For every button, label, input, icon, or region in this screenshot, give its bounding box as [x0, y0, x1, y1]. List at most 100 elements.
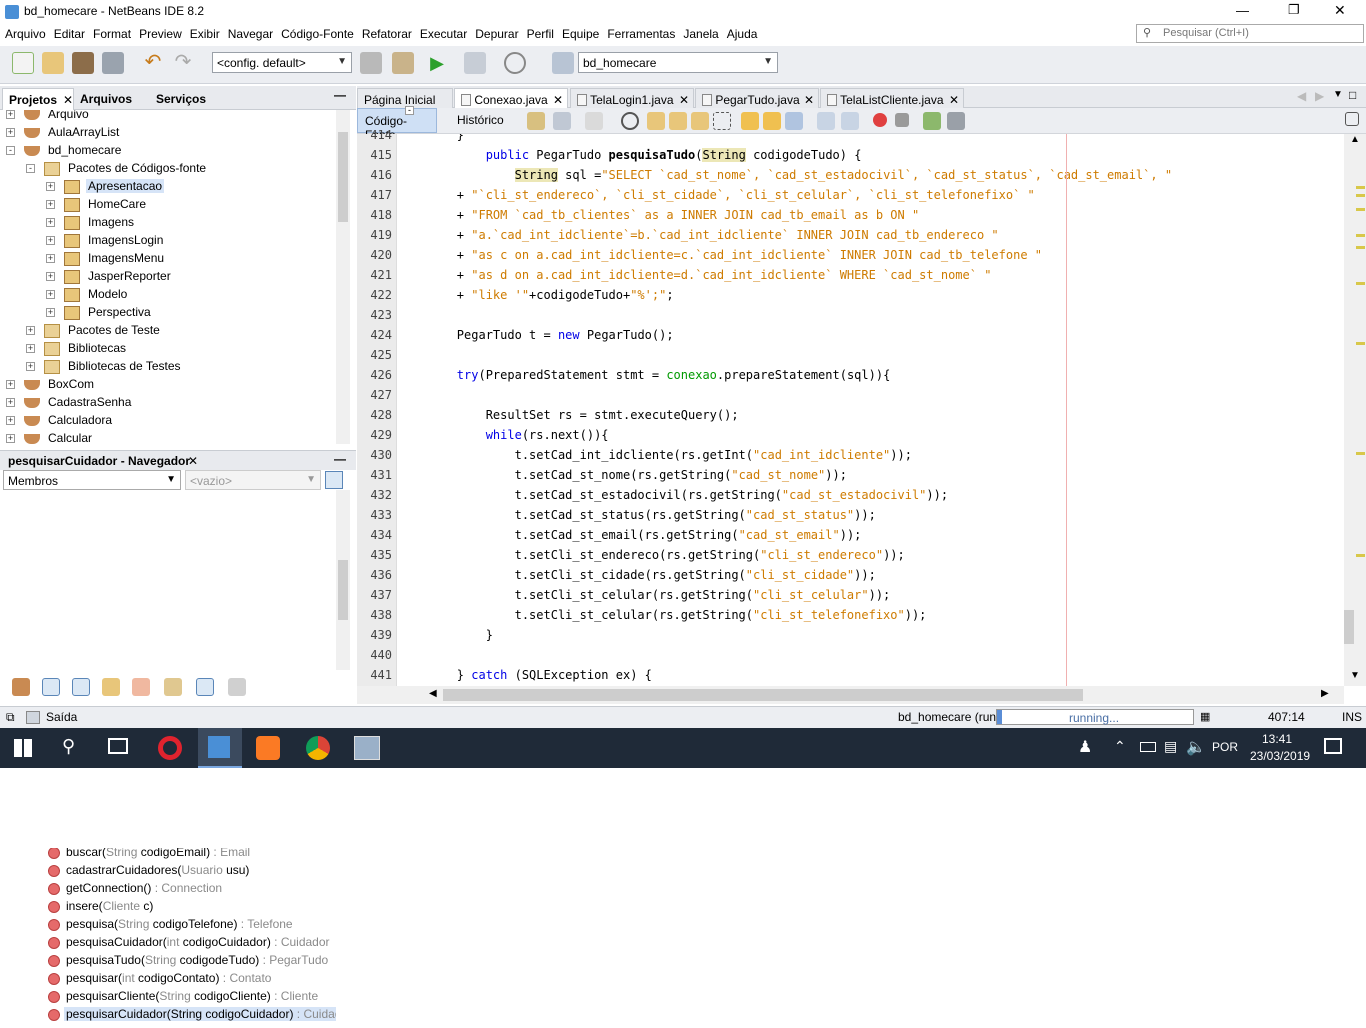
static-filter-icon[interactable] [72, 678, 90, 696]
next-bookmark-icon[interactable] [763, 112, 781, 130]
members-filter-select[interactable]: Membros ▼ [3, 470, 181, 490]
tab-telalistcliente[interactable]: TelaListCliente.java ✕ [820, 88, 964, 109]
menu-depurar[interactable]: Depurar [470, 24, 521, 41]
code-line[interactable]: + "a.`cad_int_idcliente`=b.`cad_int_idcl… [399, 228, 999, 248]
collapse-icon[interactable]: - [26, 164, 35, 173]
code-line[interactable]: } catch (SQLException ex) { [399, 668, 652, 686]
build-icon[interactable] [360, 52, 382, 74]
battery-icon[interactable] [1140, 742, 1156, 752]
code-line[interactable]: t.setCad_st_status(rs.getString("cad_st_… [399, 508, 876, 528]
close-icon[interactable]: ✕ [949, 93, 959, 107]
code-line[interactable]: t.setCad_st_estadocivil(rs.getString("ca… [399, 488, 949, 508]
last-edit-icon[interactable] [527, 112, 545, 130]
close-icon[interactable]: ✕ [553, 93, 563, 107]
navigator-member-item[interactable]: pesquisarCliente(String codigoCliente) :… [0, 988, 336, 1006]
code-line[interactable]: + "like '"+codigodeTudo+"%';"; [399, 288, 674, 308]
code-line[interactable]: t.setCli_st_celular(rs.getString("cli_st… [399, 588, 891, 608]
code-line[interactable]: try(PreparedStatement stmt = conexao.pre… [399, 368, 891, 388]
code-line[interactable]: public PegarTudo pesquisaTudo(String cod… [399, 148, 861, 168]
project-tree-item[interactable]: + AulaArrayList [0, 124, 336, 142]
project-tree-item[interactable]: + Pacotes de Teste [0, 322, 336, 340]
close-icon[interactable]: ✕ [804, 93, 814, 107]
code-line[interactable]: t.setCli_st_cidade(rs.getString("cli_st_… [399, 568, 876, 588]
expand-icon[interactable]: + [26, 362, 35, 371]
expand-icon[interactable]: + [6, 380, 15, 389]
code-line[interactable]: t.setCad_st_nome(rs.getString("cad_st_no… [399, 468, 847, 488]
expand-icon[interactable]: + [6, 128, 15, 137]
split-editor-icon[interactable] [1345, 112, 1359, 126]
menu-format[interactable]: Format [88, 24, 134, 41]
tab-scroll-right-icon[interactable]: ▶ [1315, 89, 1324, 103]
navigator-member-item[interactable]: pesquisa(String codigoTelefone) : Telefo… [0, 916, 336, 934]
expand-icon[interactable]: + [46, 272, 55, 281]
code-line[interactable]: + "as c on a.cad_int_idcliente=c.`cad_in… [399, 248, 1042, 268]
restore-output-icon[interactable]: ⧉ [6, 710, 15, 725]
close-icon[interactable]: ✕ [188, 454, 198, 468]
tab-scroll-left-icon[interactable]: ◀ [1297, 89, 1306, 103]
save-all-icon[interactable] [102, 52, 124, 74]
menu-codigo-fonte[interactable]: Código-Fonte [276, 24, 357, 41]
expand-icon[interactable]: + [46, 218, 55, 227]
inherited-members-icon[interactable] [12, 678, 30, 696]
sort-by-source-icon[interactable] [196, 678, 214, 696]
close-icon[interactable]: ✕ [63, 93, 73, 107]
fields-filter-icon[interactable] [42, 678, 60, 696]
project-tree-item[interactable]: + ImagensLogin [0, 232, 336, 250]
collapse-icon[interactable]: - [6, 146, 15, 155]
clock-time[interactable]: 13:41 [1262, 732, 1292, 746]
toggle-highlight-icon[interactable] [713, 112, 731, 130]
scroll-thumb[interactable] [338, 132, 348, 222]
project-tree-item[interactable]: + Apresentacao [0, 178, 336, 196]
private-filter-icon[interactable] [102, 678, 120, 696]
scroll-thumb[interactable] [1344, 610, 1354, 644]
network-icon[interactable]: ▤ [1164, 738, 1177, 755]
minimize-pane-icon[interactable]: — [334, 452, 346, 466]
code-line[interactable]: t.setCad_int_idcliente(rs.getInt("cad_in… [399, 448, 912, 468]
expand-icon[interactable]: + [46, 236, 55, 245]
navigator-filter-select[interactable]: <vazio> ▼ [185, 470, 321, 490]
show-hidden-icons-icon[interactable]: ⌃ [1114, 738, 1126, 755]
run-icon[interactable]: ▶ [426, 52, 448, 74]
scroll-thumb[interactable] [443, 689, 1083, 701]
expand-icon[interactable]: + [46, 290, 55, 299]
menu-executar[interactable]: Executar [415, 24, 470, 41]
expand-icon[interactable]: + [6, 398, 15, 407]
navigator-member-item[interactable]: pesquisaTudo(String codigodeTudo) : Pega… [0, 952, 336, 970]
close-button[interactable]: ✕ [1334, 2, 1346, 19]
navigator-member-item[interactable]: getConnection() : Connection [0, 880, 336, 898]
tab-servicos[interactable]: Serviços [150, 88, 212, 110]
tab-arquivos[interactable]: Arquivos [74, 88, 138, 110]
project-tree-item[interactable]: + HomeCare [0, 196, 336, 214]
project-tree-item[interactable]: + ImagensMenu [0, 250, 336, 268]
start-macro-icon[interactable] [873, 113, 887, 127]
navigator-scrollbar[interactable] [336, 490, 350, 670]
stop-macro-icon[interactable] [895, 113, 909, 127]
code-line[interactable]: t.setCli_st_endereco(rs.getString("cli_s… [399, 548, 905, 568]
navigator-member-item[interactable]: pesquisaCuidador(int codigoCuidador) : C… [0, 934, 336, 952]
project-select[interactable]: bd_homecare ▼ [578, 52, 778, 73]
search-input[interactable]: ⚲ Pesquisar (Ctrl+I) [1136, 24, 1364, 43]
tab-conexao[interactable]: Conexao.java ✕ [454, 88, 568, 109]
scroll-thumb[interactable] [338, 560, 348, 620]
local-classes-icon[interactable] [132, 678, 150, 696]
clean-build-icon[interactable] [392, 52, 414, 74]
open-project-icon[interactable] [72, 52, 94, 74]
project-tree-item[interactable]: + Arquivo [0, 110, 336, 124]
project-tree-item[interactable]: + CadastraSenha [0, 394, 336, 412]
tab-list-icon[interactable]: ▼ [1333, 89, 1343, 100]
menu-arquivo[interactable]: Arquivo [0, 24, 49, 41]
comment-icon[interactable] [923, 112, 941, 130]
navigator-member-item[interactable]: buscar(String codigoEmail) : Email [0, 848, 336, 862]
cancel-task-icon[interactable]: ▦ [1200, 710, 1210, 723]
minimize-pane-icon[interactable]: — [334, 88, 346, 102]
editor-horizontal-scrollbar[interactable]: ◀ ▶ [357, 686, 1344, 704]
output-label[interactable]: Saída [46, 710, 77, 724]
volume-icon[interactable]: 🔈 [1186, 737, 1206, 757]
windows-start-icon[interactable] [14, 739, 32, 757]
maximize-button[interactable]: ❐ [1288, 2, 1300, 18]
code-line[interactable]: + "`cli_st_endereco`, `cli_st_cidade`, `… [399, 188, 1035, 208]
language-indicator[interactable]: POR [1212, 740, 1238, 754]
minimize-button[interactable]: — [1236, 3, 1249, 18]
fold-icon[interactable]: - [405, 106, 414, 115]
project-tree-item[interactable]: + Bibliotecas [0, 340, 336, 358]
